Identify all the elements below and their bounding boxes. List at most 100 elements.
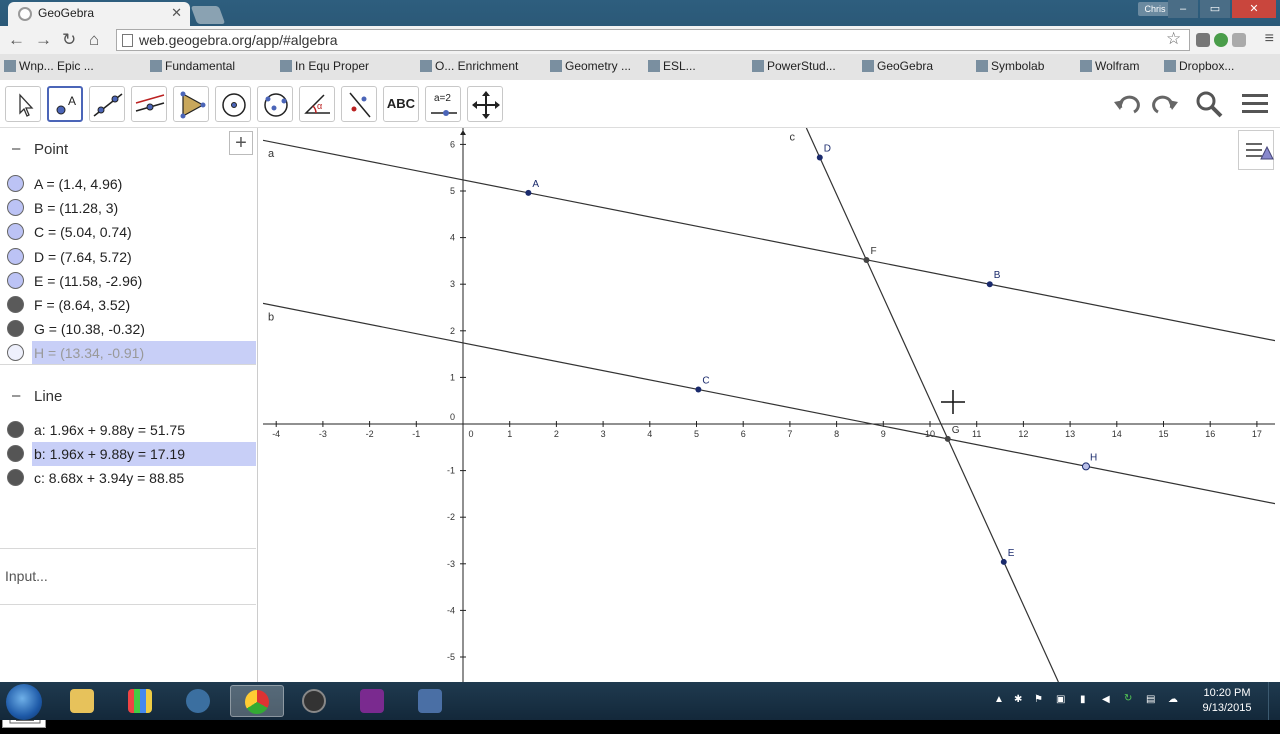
point-A[interactable] xyxy=(525,189,532,196)
bookmark-item[interactable]: Fundamental xyxy=(150,59,235,73)
visibility-toggle-icon[interactable] xyxy=(7,445,24,463)
taskbar-camera[interactable] xyxy=(288,685,342,717)
bookmark-item[interactable]: PowerStud... xyxy=(752,59,836,73)
algebra-line-item[interactable]: c: 8.68x + 3.94y = 88.85 xyxy=(0,466,256,490)
visibility-toggle-icon[interactable] xyxy=(7,296,24,313)
point-definition[interactable]: A = (1.4, 4.96) xyxy=(34,176,122,192)
point-definition[interactable]: G = (10.38, -0.32) xyxy=(34,321,145,337)
line-equation[interactable]: b: 1.96x + 9.88y = 17.19 xyxy=(34,446,185,462)
taskbar-app[interactable] xyxy=(172,685,226,717)
point-E[interactable] xyxy=(1000,558,1007,565)
point-F[interactable] xyxy=(863,256,870,263)
algebra-line-item[interactable]: a: 1.96x + 9.88y = 51.75 xyxy=(0,418,256,442)
algebra-point-item[interactable]: E = (11.58, -2.96) xyxy=(0,269,256,293)
point-definition[interactable]: D = (7.64, 5.72) xyxy=(34,249,132,265)
bookmark-item[interactable]: Symbolab xyxy=(976,59,1044,73)
forward-arrow-icon[interactable]: → xyxy=(35,30,52,50)
address-bar[interactable]: web.geogebra.org/app/#algebra xyxy=(116,29,1190,51)
move-graphics-tool-button[interactable] xyxy=(467,86,503,122)
point-definition[interactable]: C = (5.04, 0.74) xyxy=(34,224,132,240)
show-hidden-icons-icon[interactable]: ▲ xyxy=(994,694,1004,705)
close-tab-icon[interactable]: ✕ xyxy=(171,5,182,21)
taskbar-app[interactable] xyxy=(404,685,458,717)
graphics-view[interactable]: -4 -3 -2 -1 0 1 2 3 4 5 6 7 8 9 10 11 12 13 14 15 16 17 -5 -4 -3… xyxy=(263,128,1275,682)
line-tool-button[interactable] xyxy=(89,86,125,122)
reflect-tool-button[interactable] xyxy=(341,86,377,122)
taskbar-onenote[interactable] xyxy=(346,685,400,717)
bookmark-item[interactable]: GeoGebra xyxy=(862,59,933,73)
slider-tool-button[interactable]: a=2 xyxy=(425,86,461,122)
text-tool-button[interactable]: ABC xyxy=(383,86,419,122)
collapse-icon[interactable]: – xyxy=(12,140,20,157)
sync-icon[interactable]: ↻ xyxy=(1124,693,1132,704)
extension-icon[interactable] xyxy=(1232,33,1246,47)
algebra-point-item[interactable]: G = (10.38, -0.32) xyxy=(0,317,256,341)
bookmark-item[interactable]: Geometry ... xyxy=(550,59,631,73)
algebra-line-item[interactable]: b: 1.96x + 9.88y = 17.19 xyxy=(7,442,256,467)
close-window-icon[interactable]: ✕ xyxy=(1232,0,1276,18)
point-B[interactable] xyxy=(986,281,993,288)
volume-icon[interactable]: ◀ xyxy=(1102,694,1110,705)
reload-icon[interactable]: ↻ xyxy=(62,30,76,50)
point-D[interactable] xyxy=(816,154,823,161)
start-button[interactable] xyxy=(6,684,42,720)
bookmark-item[interactable]: In Equ Proper xyxy=(280,59,369,73)
algebra-point-item[interactable]: C = (5.04, 0.74) xyxy=(0,220,256,244)
coordinate-plane[interactable]: -4 -3 -2 -1 0 1 2 3 4 5 6 7 8 9 10 11 12 13 14 15 16 17-5-4-3… xyxy=(263,128,1275,682)
point-definition[interactable]: B = (11.28, 3) xyxy=(34,200,118,216)
visibility-toggle-icon[interactable] xyxy=(7,223,24,241)
algebra-point-item[interactable]: H = (13.34, -0.91) xyxy=(7,341,256,366)
visibility-toggle-icon[interactable] xyxy=(7,421,24,438)
maximize-icon[interactable]: ▭ xyxy=(1200,0,1230,18)
visibility-toggle-icon[interactable] xyxy=(7,175,24,192)
home-icon[interactable]: ⌂ xyxy=(89,30,99,50)
taskbar-apps[interactable] xyxy=(114,685,168,717)
extension-icon[interactable] xyxy=(1196,33,1210,47)
point-definition[interactable]: H = (13.34, -0.91) xyxy=(34,345,144,361)
device-icon[interactable]: ▣ xyxy=(1056,694,1065,705)
browser-tab[interactable]: GeoGebra ✕ xyxy=(8,2,190,26)
extension-icon[interactable] xyxy=(1214,33,1228,47)
bookmark-item[interactable]: ESL... xyxy=(648,59,696,73)
visibility-toggle-icon[interactable] xyxy=(7,271,24,289)
visibility-toggle-icon[interactable] xyxy=(7,344,24,362)
perpendicular-line-tool-button[interactable] xyxy=(131,86,167,122)
algebra-point-item[interactable]: F = (8.64, 3.52) xyxy=(0,293,256,317)
visibility-toggle-icon[interactable] xyxy=(7,320,24,338)
line-group-header[interactable]: – Line xyxy=(0,385,256,409)
point-C[interactable] xyxy=(695,386,702,393)
visibility-toggle-icon[interactable] xyxy=(7,199,24,217)
taskbar-chrome[interactable] xyxy=(230,685,284,717)
taskbar-explorer[interactable] xyxy=(56,685,110,717)
bookmark-star-icon[interactable]: ☆ xyxy=(1166,29,1181,49)
minimize-icon[interactable]: – xyxy=(1168,0,1198,18)
bluetooth-icon[interactable]: ✱ xyxy=(1014,694,1022,705)
circle-three-points-tool-button[interactable] xyxy=(257,86,293,122)
point-H[interactable] xyxy=(1081,462,1090,471)
visibility-toggle-icon[interactable] xyxy=(7,247,24,265)
polygon-tool-button[interactable] xyxy=(173,86,209,122)
bookmark-item[interactable]: Wnp... Epic ... xyxy=(4,59,94,73)
back-arrow-icon[interactable]: ← xyxy=(8,30,25,50)
point-definition[interactable]: E = (11.58, -2.96) xyxy=(34,273,142,289)
point-tool-button[interactable]: A xyxy=(47,86,83,122)
new-tab-button[interactable] xyxy=(190,6,226,24)
algebra-point-item[interactable]: D = (7.64, 5.72) xyxy=(0,245,256,269)
main-menu-icon[interactable] xyxy=(1240,90,1270,118)
line-equation[interactable]: c: 8.68x + 3.94y = 88.85 xyxy=(34,470,184,486)
search-icon[interactable] xyxy=(1194,90,1224,118)
input-bar[interactable]: Input... xyxy=(5,568,261,584)
algebra-point-item[interactable]: A = (1.4, 4.96) xyxy=(0,172,256,196)
angle-tool-button[interactable]: α xyxy=(299,86,335,122)
collapse-icon[interactable]: – xyxy=(12,387,20,404)
network-icon[interactable]: ▮ xyxy=(1080,694,1086,705)
undo-icon[interactable] xyxy=(1112,90,1142,118)
visibility-toggle-icon[interactable] xyxy=(7,469,24,487)
app-tray-icon[interactable]: ▤ xyxy=(1146,694,1155,705)
point-definition[interactable]: F = (8.64, 3.52) xyxy=(34,297,130,313)
redo-icon[interactable] xyxy=(1150,90,1180,118)
show-desktop-button[interactable] xyxy=(1268,682,1280,720)
bookmark-item[interactable]: Dropbox... xyxy=(1164,59,1234,73)
flag-icon[interactable]: ⚑ xyxy=(1034,694,1043,705)
point-G[interactable] xyxy=(944,435,951,442)
